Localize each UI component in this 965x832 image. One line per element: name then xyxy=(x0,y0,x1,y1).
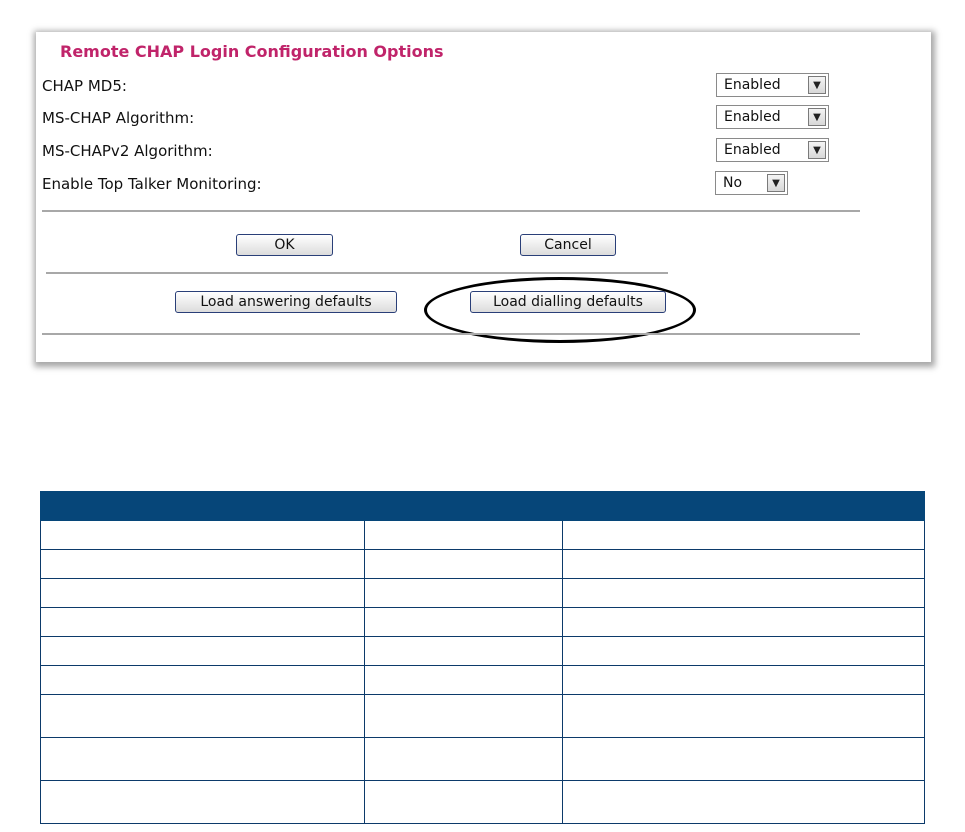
table-cell xyxy=(364,780,563,824)
table-cell xyxy=(40,578,365,608)
table-row xyxy=(40,694,926,738)
table-cell xyxy=(561,578,926,608)
ms-chapv2-value: Enabled xyxy=(724,142,781,158)
table-cell xyxy=(561,665,926,695)
empty-table xyxy=(39,491,926,824)
table-header-row xyxy=(39,491,926,521)
table-cell xyxy=(40,694,365,738)
chevron-down-icon[interactable]: ▼ xyxy=(808,108,826,126)
table-cell xyxy=(40,607,365,637)
table-row xyxy=(40,780,926,824)
load-answering-defaults-button[interactable]: Load answering defaults xyxy=(175,291,397,313)
ms-chapv2-label: MS-CHAPv2 Algorithm: xyxy=(42,142,213,160)
divider xyxy=(42,333,860,335)
table-header xyxy=(39,491,926,521)
top-talker-value: No xyxy=(723,175,743,191)
table-cell xyxy=(40,737,365,781)
ok-button[interactable]: OK xyxy=(236,234,333,256)
table-cell xyxy=(364,520,563,550)
chap-md5-label: CHAP MD5: xyxy=(42,77,127,95)
table-row xyxy=(40,737,926,781)
table-row xyxy=(40,636,926,666)
divider xyxy=(42,210,860,212)
table-cell xyxy=(561,607,926,637)
table-cell xyxy=(40,780,365,824)
table-cell xyxy=(364,636,563,666)
table-cell xyxy=(364,578,563,608)
ms-chap-select[interactable]: Enabled ▼ xyxy=(716,105,829,129)
panel-title: Remote CHAP Login Configuration Options xyxy=(60,42,444,61)
table-cell xyxy=(364,607,563,637)
table-row xyxy=(40,607,926,637)
chap-md5-value: Enabled xyxy=(724,77,781,93)
ms-chapv2-select[interactable]: Enabled ▼ xyxy=(716,138,829,162)
table-cell xyxy=(561,520,926,550)
table-row xyxy=(40,520,926,550)
chevron-down-icon[interactable]: ▼ xyxy=(767,174,785,192)
chap-md5-select[interactable]: Enabled ▼ xyxy=(716,73,829,97)
table-row xyxy=(40,549,926,579)
table-cell xyxy=(40,636,365,666)
table-cell xyxy=(561,694,926,738)
table-cell xyxy=(364,665,563,695)
table-cell xyxy=(40,549,365,579)
table-cell xyxy=(364,549,563,579)
top-talker-select[interactable]: No ▼ xyxy=(715,171,788,195)
ms-chap-label: MS-CHAP Algorithm: xyxy=(42,109,195,127)
table-cell xyxy=(40,520,365,550)
table-cell xyxy=(561,549,926,579)
table-cell xyxy=(561,737,926,781)
cancel-button[interactable]: Cancel xyxy=(520,234,616,256)
top-talker-label: Enable Top Talker Monitoring: xyxy=(42,175,262,193)
table-cell xyxy=(40,665,365,695)
table-row xyxy=(40,578,926,608)
chevron-down-icon[interactable]: ▼ xyxy=(808,141,826,159)
ms-chap-value: Enabled xyxy=(724,109,781,125)
table-cell xyxy=(364,737,563,781)
table-cell xyxy=(561,636,926,666)
divider xyxy=(46,272,668,274)
chap-config-panel: Remote CHAP Login Configuration Options … xyxy=(36,32,931,362)
table-row xyxy=(40,665,926,695)
table-cell xyxy=(364,694,563,738)
chevron-down-icon[interactable]: ▼ xyxy=(808,76,826,94)
table-cell xyxy=(561,780,926,824)
